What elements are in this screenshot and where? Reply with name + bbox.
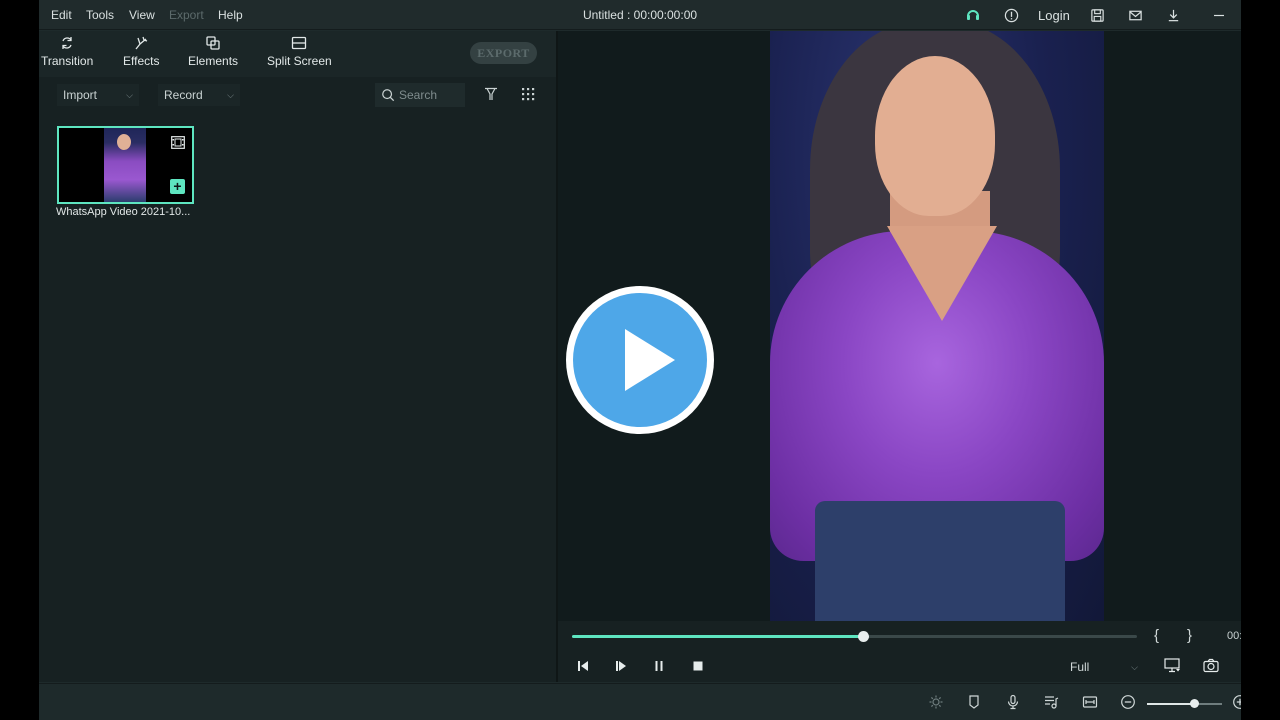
- play-icon: [625, 329, 675, 391]
- timeline-toolbar: [39, 683, 1241, 720]
- effects-tool-button[interactable]: Effects: [123, 35, 159, 68]
- record-label: Record: [164, 88, 203, 102]
- split-screen-tool-button[interactable]: Split Screen: [267, 35, 332, 68]
- film-icon: [171, 136, 185, 149]
- step-back-icon[interactable]: [576, 659, 590, 673]
- zoom-slider-fill: [1147, 703, 1194, 705]
- headset-support-icon[interactable]: [964, 6, 982, 24]
- playback-controls: { } 00: Full ⌵: [558, 621, 1241, 682]
- import-label: Import: [63, 88, 98, 102]
- effects-icon: [135, 36, 148, 50]
- fit-timeline-icon[interactable]: [1082, 694, 1098, 710]
- split-screen-label: Split Screen: [267, 54, 332, 68]
- preview-quality-dropdown[interactable]: Full ⌵: [1065, 657, 1143, 677]
- search-icon: [382, 89, 395, 102]
- media-library-panel: Transition Effects Elements Split Screen…: [39, 31, 556, 682]
- render-sun-icon[interactable]: [928, 694, 944, 710]
- filter-icon[interactable]: [483, 86, 499, 102]
- minimize-icon[interactable]: [1210, 6, 1228, 24]
- scrub-progress: [572, 635, 863, 638]
- scrub-handle[interactable]: [857, 631, 869, 642]
- marker-icon[interactable]: [966, 694, 982, 710]
- transition-label: Transition: [41, 54, 94, 68]
- add-to-timeline-icon[interactable]: +: [170, 179, 185, 194]
- export-button[interactable]: EXPORT: [470, 42, 537, 64]
- media-item-name: WhatsApp Video 2021-10...: [56, 206, 191, 218]
- effects-label: Effects: [123, 54, 160, 68]
- snapshot-camera-icon[interactable]: [1203, 658, 1219, 673]
- audio-mixer-icon[interactable]: [1043, 694, 1059, 710]
- mark-in-button[interactable]: {: [1154, 627, 1159, 644]
- login-button[interactable]: Login: [1038, 8, 1070, 23]
- chevron-down-icon: ⌵: [126, 89, 133, 100]
- search-input[interactable]: [399, 88, 463, 102]
- grid-view-icon[interactable]: [520, 86, 536, 102]
- chevron-down-icon: ⌵: [1131, 661, 1138, 672]
- mail-icon[interactable]: [1126, 6, 1144, 24]
- record-dropdown[interactable]: Record ⌵: [158, 84, 240, 106]
- step-forward-icon[interactable]: [614, 659, 628, 673]
- elements-label: Elements: [188, 54, 239, 68]
- zoom-in-icon[interactable]: [1232, 694, 1241, 710]
- zoom-out-icon[interactable]: [1120, 694, 1136, 710]
- split-screen-icon: [292, 36, 307, 50]
- timeline-zoom-slider[interactable]: [1147, 699, 1222, 708]
- display-settings-icon[interactable]: [1164, 658, 1181, 673]
- microphone-icon[interactable]: [1005, 694, 1021, 710]
- current-timecode: 00:: [1227, 630, 1241, 642]
- elements-icon: [206, 36, 220, 50]
- stop-icon[interactable]: [691, 659, 705, 673]
- preview-figure-jeans: [815, 501, 1065, 621]
- chevron-down-icon: ⌵: [227, 89, 234, 100]
- download-icon[interactable]: [1164, 6, 1182, 24]
- search-box: [375, 83, 465, 107]
- preview-figure-face: [875, 56, 995, 216]
- elements-tool-button[interactable]: Elements: [188, 35, 238, 68]
- pause-icon[interactable]: [652, 659, 666, 673]
- quality-label: Full: [1070, 660, 1090, 674]
- video-preview-frame: [770, 31, 1104, 621]
- menu-bar: Edit Tools View Export Help Untitled : 0…: [39, 0, 1241, 30]
- import-dropdown[interactable]: Import ⌵: [57, 84, 139, 106]
- media-thumbnail[interactable]: +: [57, 126, 194, 204]
- zoom-slider-handle[interactable]: [1189, 699, 1199, 708]
- info-icon[interactable]: [1002, 6, 1020, 24]
- mark-out-button[interactable]: }: [1187, 627, 1192, 644]
- save-icon[interactable]: [1088, 6, 1106, 24]
- edit-toolbar: Transition Effects Elements Split Screen…: [39, 31, 556, 77]
- transition-icon: [62, 37, 72, 49]
- thumbnail-face: [117, 134, 131, 150]
- play-overlay-button[interactable]: [566, 286, 714, 434]
- scrub-bar[interactable]: [572, 631, 1137, 642]
- play-overlay-circle: [573, 293, 707, 427]
- preview-figure-neckline: [887, 226, 997, 321]
- video-thumbnail-image: [104, 128, 146, 202]
- transition-tool-button[interactable]: Transition: [41, 35, 93, 68]
